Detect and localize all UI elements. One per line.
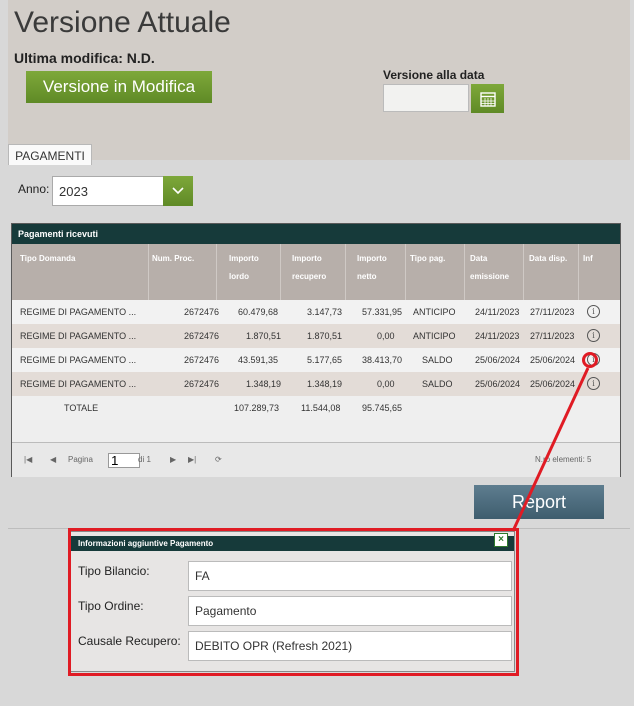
page: Versione Attuale Ultima modifica: N.D. V…: [0, 0, 634, 706]
annotation-arrow: [511, 367, 590, 532]
